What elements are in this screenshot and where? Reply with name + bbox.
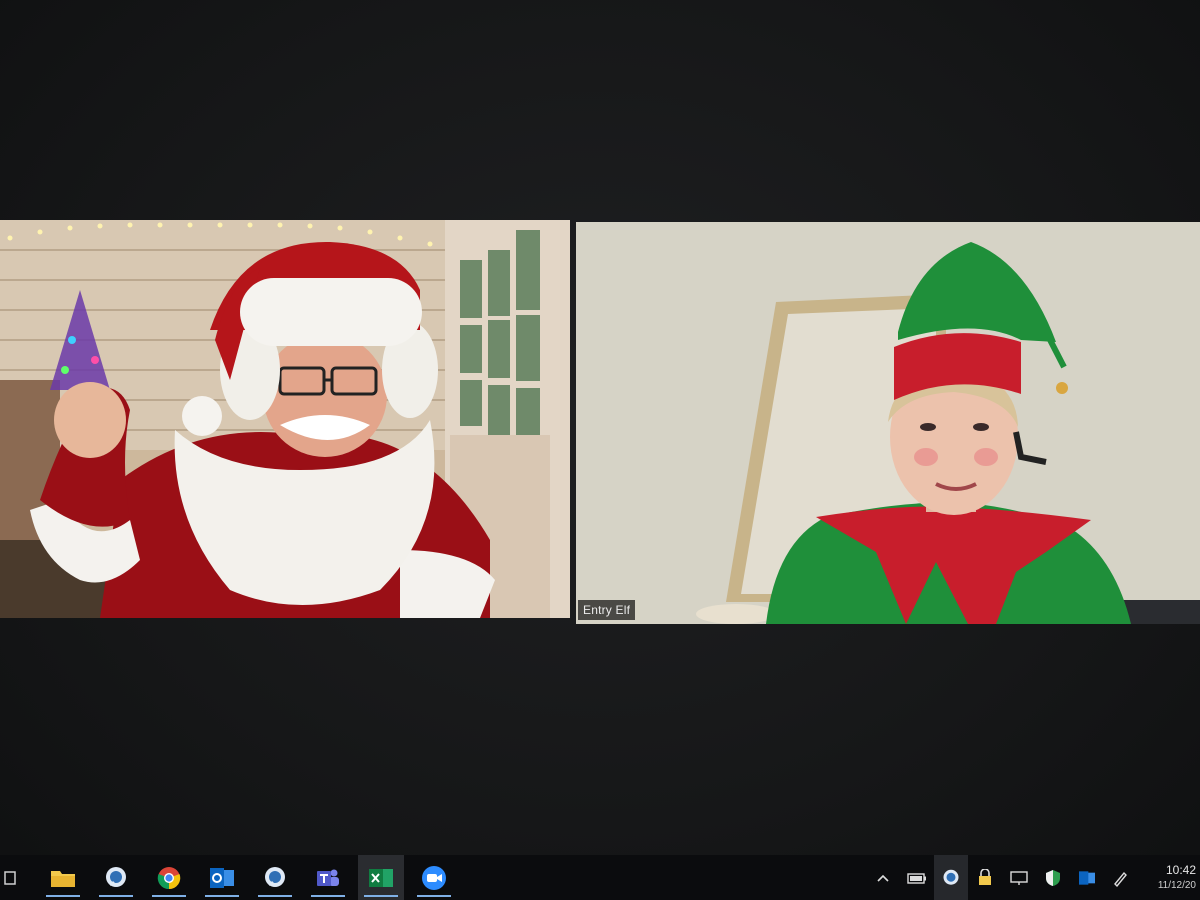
clock-time: 10:42: [1165, 862, 1196, 877]
file-explorer-icon: [51, 870, 75, 887]
shield-icon: [1046, 869, 1060, 886]
teams-icon: [317, 869, 339, 886]
tray-overflow-button[interactable]: [866, 855, 900, 900]
tray-battery[interactable]: [900, 855, 934, 900]
tray-pen[interactable]: [1104, 855, 1138, 900]
santa-video-feed: [0, 220, 570, 618]
taskbar-outlook[interactable]: [199, 855, 245, 900]
taskbar-chrome[interactable]: [146, 855, 192, 900]
chevron-up-icon: [877, 874, 889, 882]
taskbar-chat-app[interactable]: [93, 855, 139, 900]
taskbar-chat-app-2[interactable]: [252, 855, 298, 900]
taskbar-teams[interactable]: [305, 855, 351, 900]
taskbar-zoom[interactable]: [411, 855, 457, 900]
windows-taskbar: 10:42 11/12/20: [0, 855, 1200, 900]
task-view-icon: [4, 870, 16, 885]
elf-video-feed: [576, 222, 1200, 624]
video-tile-elf[interactable]: Entry Elf: [576, 222, 1200, 624]
tray-outlook[interactable]: [1070, 855, 1104, 900]
excel-icon: [369, 868, 393, 887]
clock-date: 11/12/20: [1157, 879, 1196, 891]
lock-shield-icon: [979, 868, 991, 885]
chat-app-icon: [265, 866, 285, 887]
chrome-icon: [157, 866, 181, 889]
taskbar-file-explorer[interactable]: [40, 855, 86, 900]
taskbar-excel[interactable]: [358, 855, 404, 900]
zoom-icon: [422, 865, 446, 890]
taskbar-clock[interactable]: 10:42 11/12/20: [1138, 855, 1200, 900]
system-tray: 10:42 11/12/20: [866, 855, 1200, 900]
tray-defender[interactable]: [1036, 855, 1070, 900]
tray-security[interactable]: [968, 855, 1002, 900]
outlook-icon: [1079, 870, 1095, 885]
participant-name-tag-elf: Entry Elf: [578, 600, 636, 620]
task-view-button[interactable]: [0, 855, 22, 900]
tray-chat-app[interactable]: [934, 855, 968, 900]
tray-network[interactable]: [1002, 855, 1036, 900]
battery-icon: [907, 872, 926, 884]
outlook-icon: [210, 867, 234, 888]
pen-icon: [1114, 871, 1127, 887]
monitor-screen: Entry Elf 10:42 11/12/20: [0, 0, 1200, 900]
network-monitor-icon: [1010, 870, 1028, 885]
video-tile-santa[interactable]: [0, 220, 570, 618]
chat-app-icon: [943, 869, 959, 885]
chat-app-icon: [106, 866, 126, 887]
